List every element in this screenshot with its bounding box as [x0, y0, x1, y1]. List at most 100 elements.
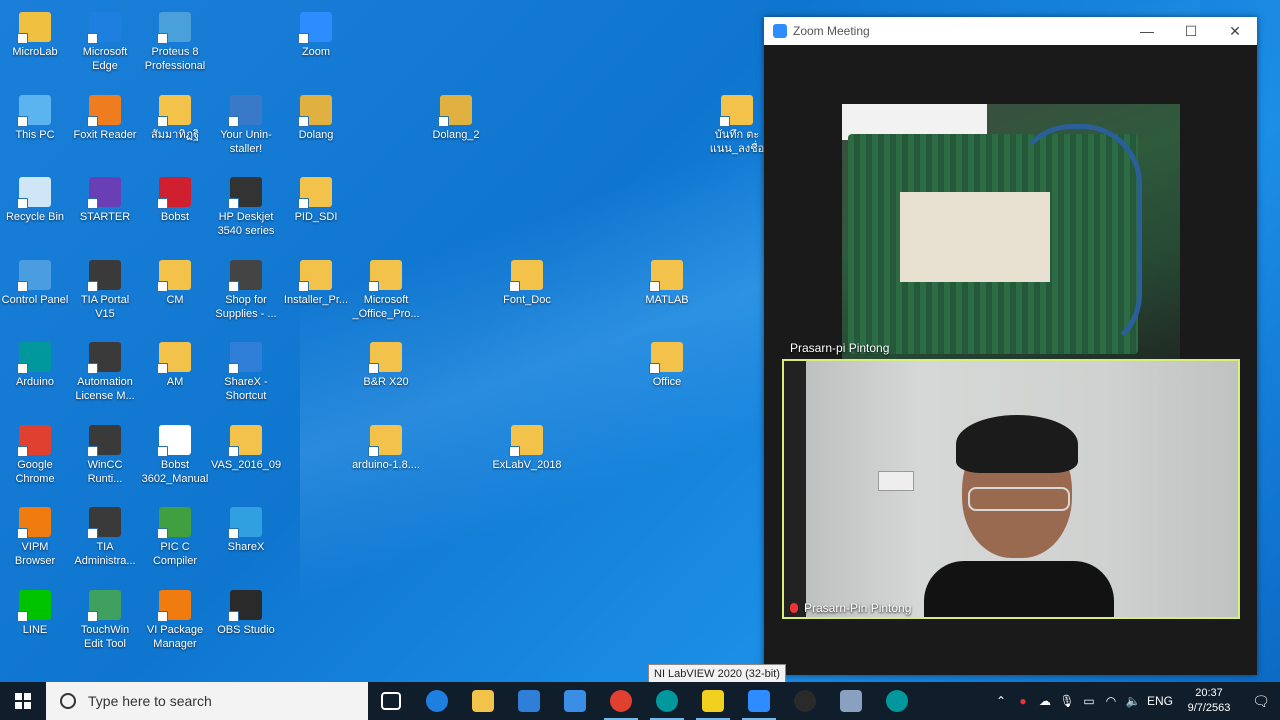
start-button[interactable] [0, 682, 46, 720]
desktop-icon-label: HP Deskjet 3540 series [217, 211, 275, 237]
speaker-icon[interactable]: 🔈 [1122, 694, 1144, 708]
desktop-icon[interactable]: Dolang_2 [421, 89, 491, 142]
desktop-icon[interactable]: Google Chrome [0, 419, 70, 486]
desktop-icon[interactable]: TouchWin Edit Tool [70, 584, 140, 651]
desktop-icon[interactable]: VAS_2016_09 [211, 419, 281, 472]
desktop-icon-label: Your Unin-staller! [220, 129, 272, 155]
minimize-button[interactable]: — [1125, 23, 1169, 39]
search-box[interactable]: Type here to search [46, 682, 368, 720]
taskbar-arduino-2-button[interactable] [874, 682, 920, 720]
desktop-icon[interactable]: บันทึก ตะแนน_ลงชื่อ [702, 89, 772, 156]
desktop-icon[interactable]: TIA Portal V15 [70, 254, 140, 321]
desktop-icon[interactable]: Installer_Pr... [281, 254, 351, 307]
zoom-meeting-window[interactable]: Zoom Meeting — ☐ ✕ Prasarn-pi Pintong Pr… [764, 17, 1257, 675]
desktop-icon[interactable]: HP Deskjet 3540 series [211, 171, 281, 238]
desktop-icon[interactable]: สัมมาทิฏฐิ [140, 89, 210, 142]
desktop-shortcut-icon [87, 425, 121, 457]
desktop-icon[interactable]: ShareX - Shortcut [211, 336, 281, 403]
taskbar-labview-button[interactable] [690, 682, 736, 720]
clock[interactable]: 20:37 9/7/2563 [1176, 686, 1242, 716]
clock-time: 20:37 [1195, 687, 1223, 699]
video-door [784, 361, 806, 617]
microphone-icon[interactable]: 🎙 [1056, 694, 1078, 708]
desktop-icon[interactable]: Dolang [281, 89, 351, 142]
taskbar-file-explorer-button[interactable] [460, 682, 506, 720]
language-indicator[interactable]: ENG [1144, 694, 1176, 708]
desktop-shortcut-icon [719, 95, 753, 127]
taskbar-edge-button[interactable] [414, 682, 460, 720]
desktop-shortcut-icon [298, 95, 332, 127]
taskbar-store-button[interactable] [506, 682, 552, 720]
desktop-icon[interactable]: VI Package Manager [140, 584, 210, 651]
desktop-icon[interactable]: Foxit Reader [70, 89, 140, 142]
close-button[interactable]: ✕ [1213, 23, 1257, 40]
participant-video-main[interactable]: Prasarn-Pin Pintong [782, 359, 1240, 619]
desktop-icon[interactable]: STARTER [70, 171, 140, 224]
chevron-up-icon[interactable]: ⌃ [990, 694, 1012, 708]
desktop-icon[interactable]: AM [140, 336, 210, 389]
taskbar-arduino-button[interactable] [644, 682, 690, 720]
desktop-icon[interactable]: OBS Studio [211, 584, 281, 637]
desktop-shortcut-icon [17, 95, 51, 127]
wifi-icon[interactable]: ◠ [1100, 694, 1122, 708]
desktop-icon[interactable]: arduino-1.8.... [351, 419, 421, 472]
desktop-shortcut-icon [509, 425, 543, 457]
maximize-button[interactable]: ☐ [1169, 23, 1213, 40]
desktop-icon[interactable]: ShareX [211, 501, 281, 554]
desktop-icon-label: Bobst 3602_Manual [141, 459, 209, 485]
desktop-icon[interactable]: Arduino [0, 336, 70, 389]
desktop-icon[interactable]: MicroLab [0, 6, 70, 59]
desktop-icon[interactable]: WinCC Runti... [70, 419, 140, 486]
desktop-icon[interactable]: MATLAB [632, 254, 702, 307]
desktop-icon[interactable]: Zoom [281, 6, 351, 59]
desktop-icon[interactable]: This PC [0, 89, 70, 142]
video-wall-switch [878, 471, 914, 491]
notification-icon[interactable]: 🗨 [1242, 693, 1280, 710]
desktop-icon-label: Dolang_2 [432, 129, 480, 141]
desktop-icon-label: Arduino [16, 376, 54, 388]
participant-video-top[interactable] [842, 104, 1180, 359]
desktop-icon[interactable]: Shop for Supplies - ... [211, 254, 281, 321]
taskbar-user-settings-button[interactable] [828, 682, 874, 720]
desktop-icon[interactable]: CM [140, 254, 210, 307]
desktop-icon[interactable]: Automation License M... [70, 336, 140, 403]
desktop-icon[interactable]: PIC C Compiler [140, 501, 210, 568]
record-icon[interactable]: ● [1012, 694, 1034, 708]
desktop-icon-label: Zoom [301, 46, 331, 58]
desktop-icon[interactable]: VIPM Browser [0, 501, 70, 568]
desktop-icon-label: Recycle Bin [5, 211, 65, 223]
desktop-shortcut-icon [228, 590, 262, 622]
taskbar-zoom-button[interactable] [736, 682, 782, 720]
desktop-icon[interactable]: ExLabV_2018 [492, 419, 562, 472]
desktop-icon[interactable]: Office [632, 336, 702, 389]
desktop-icon[interactable]: Bobst 3602_Manual [140, 419, 210, 486]
desktop-shortcut-icon [157, 342, 191, 374]
desktop-icon[interactable]: Microsoft Edge [70, 6, 140, 73]
desktop-shortcut-icon [157, 12, 191, 44]
task-view-icon [381, 692, 401, 710]
desktop-icon[interactable]: Font_Doc [492, 254, 562, 307]
desktop-shortcut-icon [87, 507, 121, 539]
desktop-icon[interactable]: B&R X20 [351, 336, 421, 389]
cloud-icon[interactable]: ☁ [1034, 694, 1056, 708]
desktop-icon[interactable]: Your Unin-staller! [211, 89, 281, 156]
obs-icon [794, 690, 816, 712]
desktop-icon[interactable]: Control Panel [0, 254, 70, 307]
desktop-icon[interactable]: Microsoft _Office_Pro... [351, 254, 421, 321]
taskbar-obs-button[interactable] [782, 682, 828, 720]
taskbar-task-view-button[interactable] [368, 682, 414, 720]
desktop-icon[interactable]: Recycle Bin [0, 171, 70, 224]
taskbar-mail-button[interactable] [552, 682, 598, 720]
desktop-icon[interactable]: Proteus 8 Professional [140, 6, 210, 73]
desktop-shortcut-icon [298, 260, 332, 292]
taskbar-chrome-button[interactable] [598, 682, 644, 720]
desktop-icon[interactable]: PID_SDI [281, 171, 351, 224]
battery-icon[interactable]: ▭ [1078, 694, 1100, 708]
desktop-icon[interactable]: TIA Administra... [70, 501, 140, 568]
desktop-icon[interactable]: Bobst [140, 171, 210, 224]
edge-icon [426, 690, 448, 712]
zoom-title-bar[interactable]: Zoom Meeting — ☐ ✕ [764, 17, 1257, 45]
desktop-shortcut-icon [157, 425, 191, 457]
desktop-icon[interactable]: LINE [0, 584, 70, 637]
desktop-shortcut-icon [368, 260, 402, 292]
